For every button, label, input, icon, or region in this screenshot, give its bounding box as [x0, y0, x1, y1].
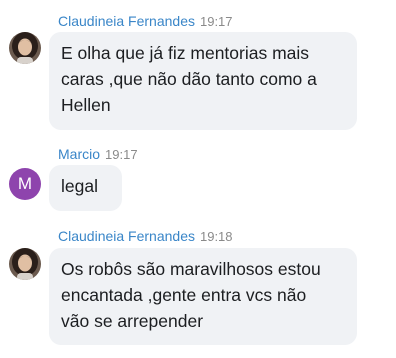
user-avatar-initial[interactable]: M	[9, 168, 41, 200]
message-timestamp: 19:17	[199, 14, 233, 29]
message-bubble[interactable]: Os robôs são maravilhosos estou encantad…	[49, 248, 357, 345]
message-header: Marcio 19:17	[58, 144, 138, 164]
user-photo-icon	[9, 32, 41, 64]
sender-name[interactable]: Marcio	[58, 146, 100, 162]
user-avatar-photo[interactable]	[9, 248, 41, 280]
user-avatar-photo[interactable]	[9, 32, 41, 64]
sender-name[interactable]: Claudineia Fernandes	[58, 228, 195, 244]
sender-name[interactable]: Claudineia Fernandes	[58, 13, 195, 29]
user-photo-icon	[9, 248, 41, 280]
chat-message-list: Claudineia Fernandes 19:17 E olha que já …	[0, 0, 396, 358]
message-bubble[interactable]: legal	[49, 165, 122, 211]
message-timestamp: 19:18	[199, 229, 233, 244]
message-header: Claudineia Fernandes 19:17	[58, 11, 233, 31]
message-bubble[interactable]: E olha que já fiz mentorias mais caras ,…	[49, 32, 357, 130]
message-timestamp: 19:17	[105, 147, 138, 162]
message-header: Claudineia Fernandes 19:18	[58, 226, 233, 246]
